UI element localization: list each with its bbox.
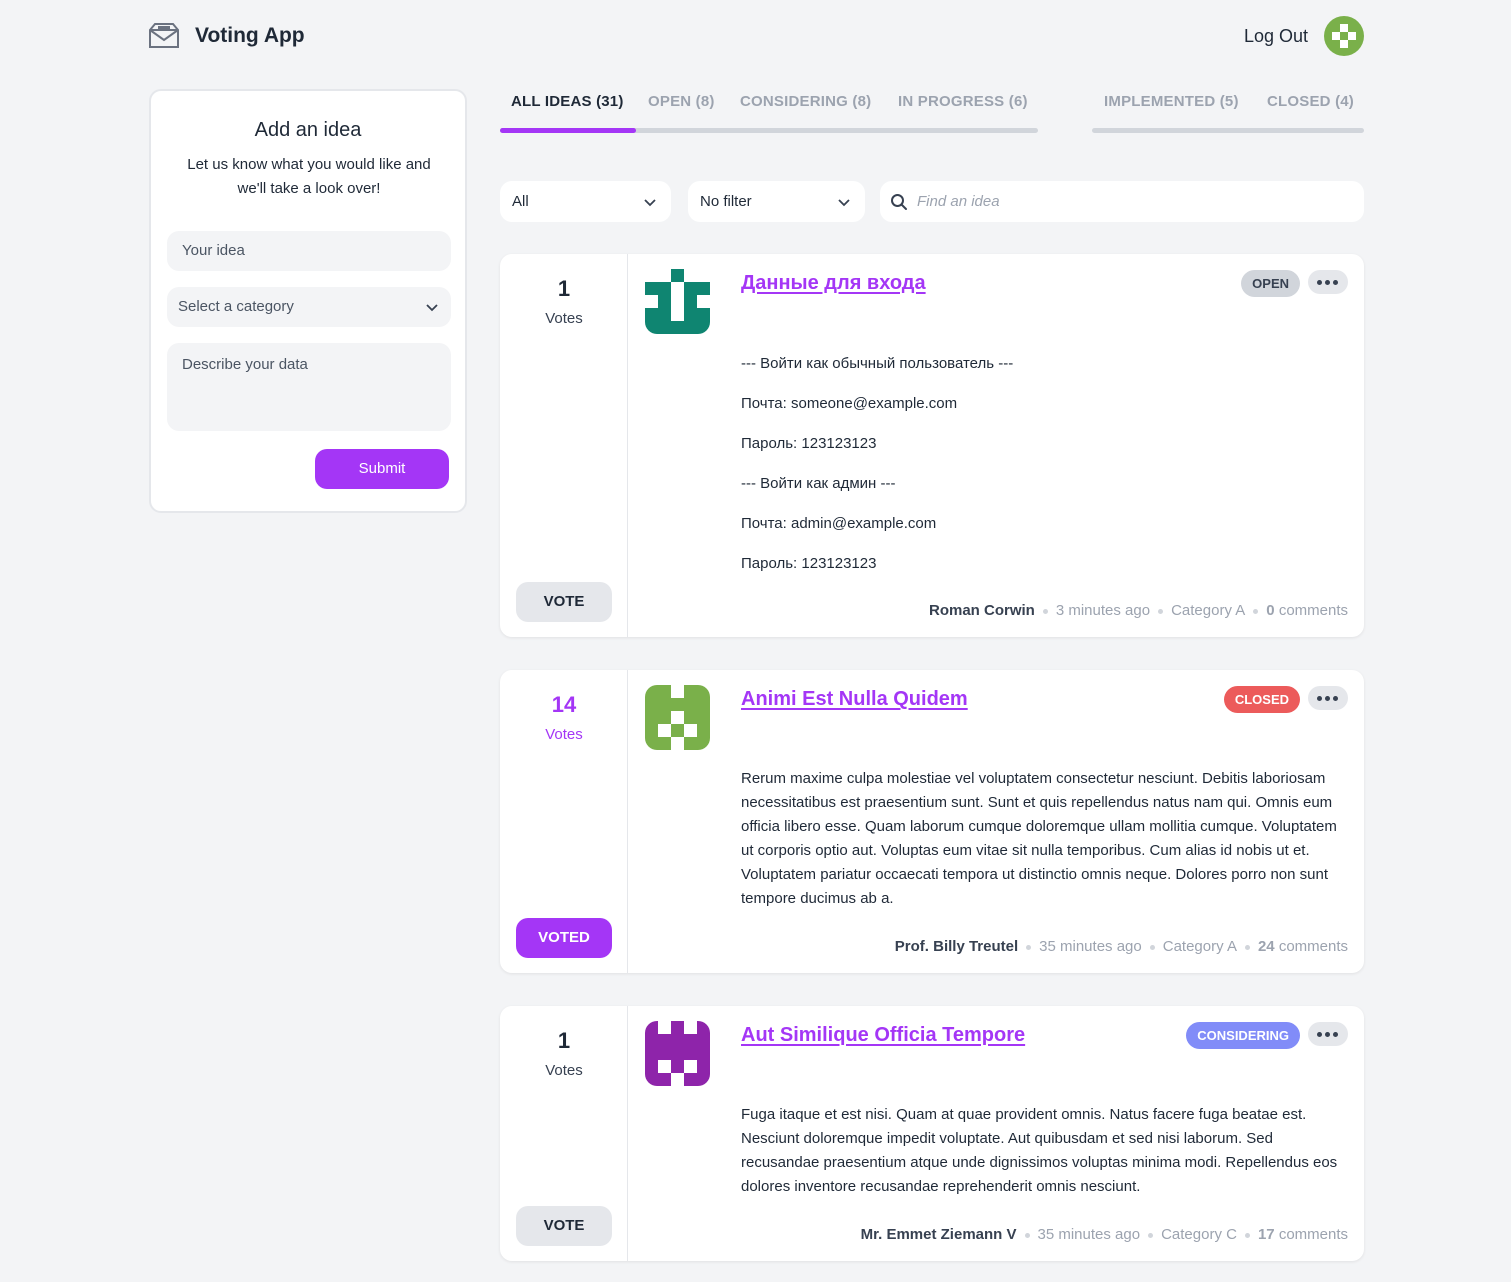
description-line: --- Войти как админ ---	[741, 475, 896, 492]
status-tabs: ALL IDEAS (31) OPEN (8) CONSIDERING (8) …	[500, 90, 1364, 134]
tab-considering[interactable]: CONSIDERING (8)	[740, 93, 871, 110]
inbox-logo-icon	[149, 23, 179, 48]
idea-description: Rerum maxime culpa molestiae vel volupta…	[741, 767, 1341, 927]
author-avatar	[645, 685, 710, 750]
description-textarea[interactable]: Describe your data	[167, 343, 451, 431]
category-select[interactable]: Select a category	[167, 287, 451, 327]
category-label: Category A	[1171, 602, 1246, 619]
author-name: Prof. Billy Treutel	[894, 938, 1019, 955]
tab-open[interactable]: OPEN (8)	[648, 93, 715, 110]
author-avatar	[645, 1021, 710, 1086]
chevron-down-icon	[838, 199, 850, 207]
category-label: Category C	[1161, 1226, 1237, 1243]
vote-column: 1 Votes VOTE	[500, 1006, 628, 1261]
chevron-down-icon	[426, 304, 438, 312]
category-filter-value: All	[512, 193, 529, 210]
other-filter-value: No filter	[700, 193, 752, 210]
comments-count: 24	[1257, 938, 1275, 955]
description-line: Почта: someone@example.com	[741, 395, 958, 412]
idea-title-link[interactable]: Animi Est Nulla Quidem	[741, 688, 968, 711]
idea-meta: Prof. Billy Treutel 35 minutes ago Categor…	[895, 938, 1348, 955]
chevron-down-icon	[644, 199, 656, 207]
category-select-label: Select a category	[178, 298, 294, 315]
submit-button[interactable]: Submit	[315, 449, 449, 489]
vote-column: 1 Votes VOTE	[500, 254, 628, 637]
idea-card[interactable]: 1 Votes VOTE Aut Similique Officia Tempo…	[500, 1006, 1364, 1261]
vote-count: 14	[551, 692, 577, 717]
voted-button[interactable]: VOTED	[516, 918, 612, 958]
vote-label: Votes	[545, 310, 583, 327]
vote-button[interactable]: VOTE	[516, 1206, 612, 1246]
add-idea-card: Add an idea Let us know what you would l…	[149, 89, 467, 513]
idea-meta: Mr. Emmet Ziemann V 35 minutes ago Categor…	[861, 1226, 1348, 1243]
status-badge: CONSIDERING	[1186, 1022, 1300, 1049]
app-title: Voting App	[195, 24, 305, 47]
tab-active-indicator	[500, 128, 636, 133]
comments-label: comments	[1278, 1226, 1348, 1243]
comments-label: comments	[1278, 602, 1348, 619]
tab-in-progress[interactable]: IN PROGRESS (6)	[898, 93, 1028, 110]
tab-all-ideas[interactable]: ALL IDEAS (31)	[511, 93, 624, 110]
description-line: Почта: admin@example.com	[741, 515, 937, 532]
category-label: Category A	[1162, 938, 1237, 955]
author-name: Roman Corwin	[929, 602, 1035, 619]
other-filter-select[interactable]: No filter	[688, 181, 865, 222]
idea-title-link[interactable]: Данные для входа	[741, 272, 926, 295]
vote-label: Votes	[545, 726, 583, 743]
timestamp: 35 minutes ago	[1039, 938, 1142, 955]
comments-label: comments	[1278, 938, 1348, 955]
search-input[interactable]: Find an idea	[880, 181, 1364, 222]
status-badge: CLOSED	[1223, 686, 1300, 713]
vote-button[interactable]: VOTE	[516, 582, 612, 622]
idea-description: Fuga itaque et est nisi. Quam at quae pr…	[741, 1103, 1341, 1215]
vote-count: 1	[557, 1028, 571, 1053]
idea-title-input[interactable]: Your idea	[167, 231, 451, 271]
timestamp: 35 minutes ago	[1037, 1226, 1141, 1243]
search-icon	[891, 194, 907, 210]
tab-underline-right	[1092, 128, 1364, 133]
search-placeholder: Find an idea	[917, 193, 1000, 210]
author-name: Mr. Emmet Ziemann V	[860, 1226, 1017, 1243]
idea-description: --- Войти как обычный пользователь --- П…	[741, 352, 1341, 592]
timestamp: 3 minutes ago	[1055, 602, 1151, 619]
more-options-button[interactable]	[1308, 270, 1348, 294]
add-idea-title: Add an idea	[254, 119, 362, 141]
vote-column: 14 Votes VOTED	[500, 670, 628, 973]
description-line: Пароль: 123123123	[741, 555, 877, 572]
description-text: Rerum maxime culpa molestiae vel volupta…	[741, 770, 1337, 907]
tab-implemented[interactable]: IMPLEMENTED (5)	[1104, 93, 1239, 110]
description-line: --- Войти как обычный пользователь ---	[741, 355, 1014, 372]
status-badge: OPEN	[1241, 270, 1300, 297]
category-filter-select[interactable]: All	[500, 181, 671, 222]
more-options-button[interactable]	[1308, 1022, 1348, 1046]
comments-count: 0	[1266, 602, 1275, 619]
tab-closed[interactable]: CLOSED (4)	[1267, 93, 1354, 110]
comments-count: 17	[1257, 1226, 1275, 1243]
user-avatar[interactable]	[1324, 16, 1364, 56]
idea-title-link[interactable]: Aut Similique Officia Tempore	[741, 1024, 1025, 1047]
app-header: Voting App Log Out	[147, 16, 1364, 58]
vote-label: Votes	[545, 1062, 583, 1079]
idea-card[interactable]: 1 Votes VOTE Данные для входа OPEN --- В…	[500, 254, 1364, 637]
idea-card[interactable]: 14 Votes VOTED Animi Est Nulla Quidem CL…	[500, 670, 1364, 973]
author-avatar	[645, 269, 710, 334]
description-text: Fuga itaque et est nisi. Quam at quae pr…	[741, 1106, 1338, 1195]
add-idea-subtitle: Let us know what you would like and we'l…	[187, 156, 431, 197]
idea-meta: Roman Corwin 3 minutes ago Category A 0 com…	[929, 602, 1348, 619]
description-line: Пароль: 123123123	[741, 435, 877, 452]
logout-link[interactable]: Log Out	[1244, 26, 1308, 47]
vote-count: 1	[557, 276, 571, 301]
more-options-button[interactable]	[1308, 686, 1348, 710]
